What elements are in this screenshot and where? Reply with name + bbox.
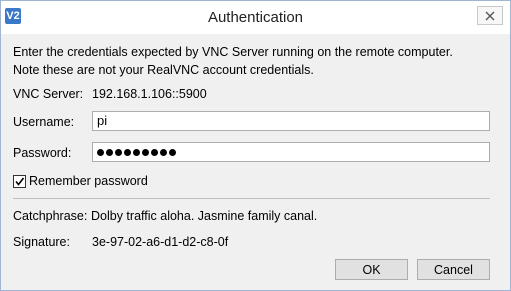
intro-line-1: Enter the credentials expected by VNC Se… [13, 45, 453, 59]
dialog-content: Enter the credentials expected by VNC Se… [1, 34, 510, 290]
password-mask [97, 144, 178, 159]
remember-password-label[interactable]: Remember password [29, 174, 148, 188]
password-dot [160, 149, 167, 157]
cancel-button[interactable]: Cancel [417, 259, 490, 280]
authentication-dialog: V2 Authentication Enter the credentials … [0, 0, 511, 291]
title-bar[interactable]: V2 Authentication [1, 1, 510, 34]
catchphrase-value: Dolby traffic aloha. Jasmine family cana… [91, 209, 318, 223]
password-label: Password: [13, 146, 72, 160]
intro-line-2: Note these are not your RealVNC account … [13, 63, 314, 77]
separator [13, 198, 490, 199]
signature-value: 3e-97-02-a6-d1-d2-c8-0f [92, 235, 229, 249]
password-dot [142, 149, 149, 157]
password-dot [133, 149, 140, 157]
username-value: pi [97, 113, 108, 128]
vnc-server-label: VNC Server: [13, 87, 84, 101]
password-field[interactable] [92, 142, 490, 162]
username-field[interactable]: pi [92, 111, 490, 131]
close-icon [485, 11, 495, 20]
checkmark-icon [15, 177, 25, 186]
password-dot [115, 149, 122, 157]
remember-password-checkbox[interactable] [13, 175, 26, 188]
catchphrase-label: Catchphrase: [13, 209, 88, 223]
close-button[interactable] [477, 6, 503, 25]
window-title: Authentication [207, 9, 304, 26]
signature-label: Signature: [13, 235, 70, 249]
ok-button[interactable]: OK [335, 259, 408, 280]
username-label: Username: [13, 115, 75, 129]
password-dot [106, 149, 113, 157]
password-dot [151, 149, 158, 157]
intro-text: Enter the credentials expected by VNC Se… [13, 43, 503, 79]
password-dot [169, 149, 176, 157]
password-dot [97, 149, 104, 157]
password-dot [124, 149, 131, 157]
vnc-server-value: 192.168.1.106::5900 [92, 87, 207, 101]
